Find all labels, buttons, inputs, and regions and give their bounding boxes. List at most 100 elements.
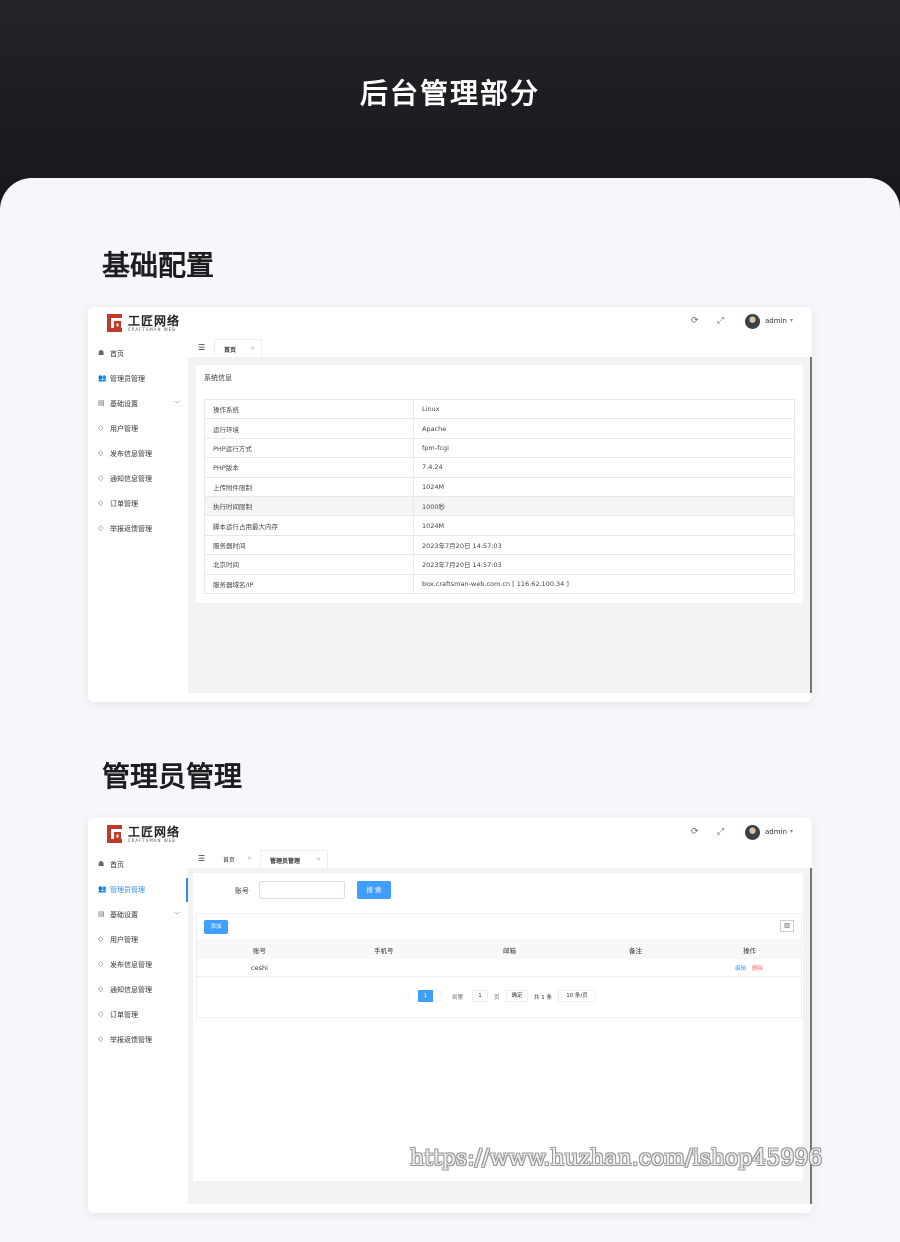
table-row: PHP版本 7.4.24	[204, 457, 795, 478]
tab-home[interactable]: 首页 ✕	[214, 339, 262, 357]
shield-icon: ◇	[98, 960, 104, 968]
avatar[interactable]	[745, 314, 760, 329]
chevron-down-icon: ﹀	[174, 401, 181, 408]
page-size-select[interactable]: 10 条/页	[558, 990, 596, 1002]
sidebar-item-orders[interactable]: ◇ 订单管理	[88, 1003, 188, 1027]
dashboard-icon: ☗	[98, 860, 105, 868]
sidebar-item-home[interactable]: ☗ 首页	[88, 342, 188, 366]
hero-title: 后台管理部分	[359, 77, 540, 110]
columns-icon[interactable]: ▥	[780, 920, 794, 932]
brand-logo	[107, 314, 122, 332]
table-row: 服务器域名/IP box.craftsman-web.com.cn [ 116.6…	[204, 573, 795, 594]
shield-icon: ◇	[98, 935, 104, 943]
goto-page-input[interactable]: 1	[472, 990, 488, 1002]
system-info-card: 系统信息 操作系统 Linux 运行环境 Apache PHP运行方式 fpm-fcg…	[196, 365, 803, 603]
column-header: 手机号	[374, 947, 394, 955]
sidebar-item-users[interactable]: ◇ 用户管理	[88, 928, 188, 952]
admin-list-card: 账号 搜 索 添加 ▥ 账号 手机号 邮箱 备注 操作 ceshi 编辑 删除	[193, 873, 803, 1181]
refresh-icon[interactable]: ⟳	[691, 316, 699, 326]
sidebar-item-notices[interactable]: ◇ 通知信息管理	[88, 467, 188, 491]
file-icon: ▤	[98, 399, 105, 407]
sidebar-item-reports[interactable]: ◇ 举报返馈管理	[88, 517, 188, 541]
fullscreen-icon[interactable]: ⤢	[717, 316, 724, 326]
table-panel: 添加 ▥ 账号 手机号 邮箱 备注 操作 ceshi 编辑 删除 ‹ 1 › 到…	[196, 913, 802, 1018]
watermark: https://www.huzhan.com/ishop45996	[410, 1146, 823, 1171]
dashboard-icon: ☗	[98, 349, 105, 357]
shield-icon: ◇	[98, 1010, 104, 1018]
tab-admin-manage[interactable]: 管理员管理 ✕	[260, 850, 328, 868]
table-row: 执行时间限制 1000秒	[204, 495, 795, 517]
top-bar: 工匠网络 CRAFTSMAN WEB ⟳ ⤢ admin ▾	[88, 307, 812, 339]
shield-icon: ◇	[98, 449, 104, 457]
sidebar-item-posts[interactable]: ◇ 发布信息管理	[88, 442, 188, 466]
brand-logo	[107, 825, 122, 843]
hero-banner: 后台管理部分	[0, 0, 900, 200]
shield-icon: ◇	[98, 424, 104, 432]
menu-toggle-icon[interactable]: ☰	[198, 854, 205, 863]
chevron-down-icon[interactable]: ▾	[790, 317, 793, 324]
chevron-down-icon[interactable]: ▾	[790, 828, 793, 835]
section-title-admin: 管理员管理	[102, 760, 243, 793]
table-row: 北京时间 2023年7月20日 14:57:03	[204, 554, 795, 575]
sidebar-item-reports[interactable]: ◇ 举报返馈管理	[88, 1028, 188, 1052]
total-count: 共 1 条	[534, 995, 552, 1001]
shield-icon: ◇	[98, 499, 104, 507]
table-row: ceshi 编辑 删除	[197, 959, 801, 977]
shield-icon: ◇	[98, 1035, 104, 1043]
account-search-input[interactable]	[259, 881, 345, 899]
users-icon: 👥	[98, 374, 107, 382]
user-name[interactable]: admin	[765, 828, 787, 836]
main-content: 系统信息 操作系统 Linux 运行环境 Apache PHP运行方式 fpm-fcg…	[188, 357, 810, 693]
file-icon: ▤	[98, 910, 105, 918]
sidebar-item-admins[interactable]: 👥 管理员管理	[88, 367, 188, 391]
scrollbar[interactable]	[810, 357, 812, 693]
admin-window-system-info: 工匠网络 CRAFTSMAN WEB ⟳ ⤢ admin ▾ ☗ 首页 👥 管理员管…	[88, 307, 812, 702]
sidebar-item-posts[interactable]: ◇ 发布信息管理	[88, 953, 188, 977]
sidebar-item-settings[interactable]: ▤ 基础设置 ﹀	[88, 903, 188, 927]
goto-label: 到第	[452, 995, 464, 1001]
table-row: 操作系统 Linux	[204, 398, 795, 420]
system-info-table: 操作系统 Linux 运行环境 Apache PHP运行方式 fpm-fcgi PHP…	[204, 398, 795, 594]
page-unit: 页	[494, 995, 500, 1001]
top-bar: 工匠网络 CRAFTSMAN WEB ⟳ ⤢ admin ▾	[88, 818, 812, 850]
pagination: ‹ 1 › 到第 1 页 确定 共 1 条 10 条/页	[197, 986, 801, 1006]
card-title: 系统信息	[204, 374, 232, 382]
fullscreen-icon[interactable]: ⤢	[717, 827, 724, 837]
next-page-icon[interactable]: ›	[440, 992, 442, 998]
refresh-icon[interactable]: ⟳	[691, 827, 699, 837]
close-icon[interactable]: ✕	[247, 855, 252, 862]
table-row: PHP运行方式 fpm-fcgi	[204, 437, 795, 459]
close-icon[interactable]: ✕	[316, 856, 321, 863]
shield-icon: ◇	[98, 474, 104, 482]
shield-icon: ◇	[98, 985, 104, 993]
brand-subtitle: CRAFTSMAN WEB	[128, 327, 177, 332]
section-title-basic: 基础配置	[102, 249, 215, 282]
column-header: 邮箱	[503, 947, 516, 955]
table-row: 服务器时间 2023年7月20日 14:57:03	[204, 534, 795, 556]
user-name[interactable]: admin	[765, 317, 787, 325]
sidebar-item-admins[interactable]: 👥 管理员管理	[88, 878, 188, 902]
column-header: 备注	[629, 947, 642, 955]
page-number[interactable]: 1	[418, 990, 433, 1002]
brand-subtitle: CRAFTSMAN WEB	[128, 838, 177, 843]
edit-link[interactable]: 编辑	[735, 964, 746, 972]
sidebar-item-users[interactable]: ◇ 用户管理	[88, 417, 188, 441]
delete-link[interactable]: 删除	[752, 964, 763, 972]
sidebar-item-notices[interactable]: ◇ 通知信息管理	[88, 978, 188, 1002]
table-header: 账号 手机号 邮箱 备注 操作	[197, 939, 801, 959]
search-button[interactable]: 搜 索	[357, 881, 391, 899]
add-button[interactable]: 添加	[204, 920, 228, 934]
menu-toggle-icon[interactable]: ☰	[198, 343, 205, 352]
avatar[interactable]	[745, 825, 760, 840]
account-cell: ceshi	[251, 964, 268, 972]
close-icon[interactable]: ✕	[250, 345, 255, 352]
sidebar-item-home[interactable]: ☗ 首页	[88, 853, 188, 877]
sidebar-item-orders[interactable]: ◇ 订单管理	[88, 492, 188, 516]
column-header: 操作	[743, 947, 756, 955]
sidebar-item-settings[interactable]: ▤ 基础设置 ﹀	[88, 392, 188, 416]
prev-page-icon[interactable]: ‹	[407, 992, 409, 998]
goto-confirm-button[interactable]: 确定	[506, 990, 528, 1002]
tab-bar: ☰ 首页 ✕	[188, 339, 812, 357]
tab-bar: ☰ 首页 ✕ 管理员管理 ✕	[188, 850, 812, 868]
tab-home[interactable]: 首页 ✕	[214, 850, 258, 868]
